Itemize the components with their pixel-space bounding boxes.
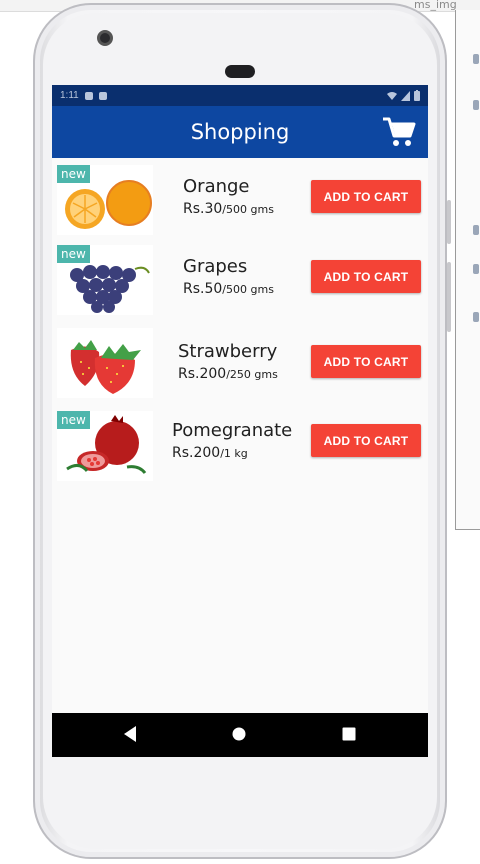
product-row: Strawberry Rs.200/250 gms ADD TO CART <box>52 328 428 404</box>
add-to-cart-button[interactable]: ADD TO CART <box>311 260 421 293</box>
background-mark <box>473 312 479 322</box>
sd-card-icon <box>98 91 107 100</box>
status-time: 1:11 <box>60 90 79 101</box>
notification-icon <box>84 91 93 100</box>
product-price: Rs.30/500 gms <box>183 201 274 217</box>
background-mark <box>473 264 479 274</box>
add-to-cart-button[interactable]: ADD TO CART <box>311 180 421 213</box>
background-mark <box>473 225 479 235</box>
product-image: new <box>57 165 153 235</box>
app-screen: 1:11 Shopping new Orange Rs.30/500 gms A… <box>52 85 428 757</box>
background-mark <box>473 100 479 110</box>
background-mark <box>473 54 479 64</box>
product-image <box>57 328 153 398</box>
price-value: Rs.30 <box>183 201 223 217</box>
product-name: Pomegranate <box>172 420 293 441</box>
status-bar: 1:11 <box>52 85 428 106</box>
wifi-icon <box>387 91 397 100</box>
strawberry-image <box>70 340 141 394</box>
product-name: Orange <box>183 176 250 197</box>
volume-button <box>447 200 451 244</box>
product-price: Rs.200/250 gms <box>178 366 278 382</box>
system-nav-bar <box>52 713 428 757</box>
stage: ms_img 1:11 Shopping new Orange Rs.30/50… <box>0 0 480 864</box>
new-badge: new <box>57 165 90 183</box>
back-icon[interactable] <box>122 725 138 743</box>
recents-icon[interactable] <box>342 727 356 741</box>
shopping-cart-icon[interactable] <box>382 116 416 148</box>
price-value: Rs.200 <box>172 445 221 461</box>
camera-icon <box>97 30 113 46</box>
price-quantity: /500 gms <box>222 203 274 216</box>
product-list: new Orange Rs.30/500 gms ADD TO CART new… <box>52 158 428 481</box>
speaker-grille <box>225 65 255 78</box>
background-label: ms_img <box>414 0 457 11</box>
price-value: Rs.200 <box>178 366 227 382</box>
app-title: Shopping <box>190 120 290 144</box>
app-bar: Shopping <box>52 106 428 158</box>
battery-icon <box>414 90 420 101</box>
power-button <box>447 262 451 332</box>
product-name: Grapes <box>183 256 248 277</box>
product-price: Rs.50/500 gms <box>183 281 274 297</box>
price-quantity: /500 gms <box>222 283 274 296</box>
product-row: new Pomegranate Rs.200/1 kg ADD TO CART <box>52 411 428 487</box>
new-badge: new <box>57 245 90 263</box>
add-to-cart-button[interactable]: ADD TO CART <box>311 345 421 378</box>
signal-icon <box>401 90 410 101</box>
product-row: new Grapes Rs.50/500 gms ADD TO CART <box>52 245 428 321</box>
product-image: new <box>57 411 153 481</box>
price-quantity: /1 kg <box>220 447 248 460</box>
new-badge: new <box>57 411 90 429</box>
product-price: Rs.200/1 kg <box>172 445 248 461</box>
add-to-cart-button[interactable]: ADD TO CART <box>311 424 421 457</box>
price-quantity: /250 gms <box>226 368 278 381</box>
product-name: Strawberry <box>178 341 278 362</box>
product-image: new <box>57 245 153 315</box>
price-value: Rs.50 <box>183 281 223 297</box>
home-icon[interactable] <box>232 727 246 741</box>
product-row: new Orange Rs.30/500 gms ADD TO CART <box>52 165 428 241</box>
